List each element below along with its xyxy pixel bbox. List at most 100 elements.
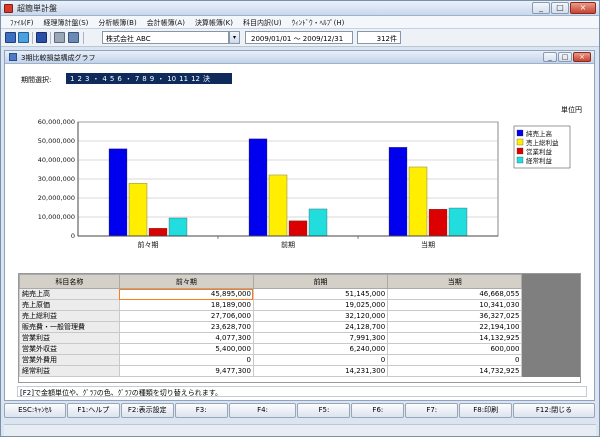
amount-cell[interactable]: 24,128,700: [252, 321, 389, 333]
grid-filler: [521, 310, 580, 322]
menu-accounting-books[interactable]: 会計帳簿(A): [142, 16, 190, 28]
menu-file[interactable]: ﾌｧｲﾙ(F): [5, 16, 39, 28]
y-tick-label: 20,000,000: [38, 194, 75, 202]
amount-cell[interactable]: 600,000: [387, 343, 523, 355]
grid-filler: [521, 299, 580, 311]
minimize-button[interactable]: _: [532, 2, 550, 14]
period-month-item[interactable]: 12: [191, 75, 200, 83]
amount-cell[interactable]: 14,132,925: [387, 332, 523, 344]
maximize-button[interactable]: □: [551, 2, 569, 14]
child-close-button[interactable]: ×: [573, 52, 591, 62]
period-month-item[interactable]: ・: [92, 74, 99, 84]
child-maximize-button[interactable]: □: [558, 52, 572, 62]
amount-cell[interactable]: 27,706,000: [118, 310, 254, 322]
period-month-item[interactable]: 1: [70, 75, 74, 83]
amount-cell[interactable]: 32,120,000: [252, 310, 389, 322]
toolbar-separator: [32, 32, 33, 44]
menu-accounting-board[interactable]: 経理簿計盤(S): [39, 16, 94, 28]
tools-icon[interactable]: [54, 32, 65, 43]
amount-cell[interactable]: 7,991,300: [252, 332, 389, 344]
bar[interactable]: [268, 174, 288, 237]
amount-cell[interactable]: 4,077,300: [118, 332, 254, 344]
window-controls: _ □ ×: [532, 2, 596, 14]
amount-cell[interactable]: 5,400,000: [118, 343, 254, 355]
hint-text: [F2]で金額単位や、ｸﾞﾗﾌの色、ｸﾞﾗﾌの種類を切り替えられます。: [17, 386, 587, 397]
amount-cell[interactable]: 51,145,000: [252, 288, 389, 300]
amount-cell[interactable]: 14,231,300: [252, 365, 389, 377]
amount-cell[interactable]: 0: [118, 354, 254, 366]
f4-button[interactable]: F4:: [228, 403, 297, 418]
period-month-item[interactable]: ・: [157, 74, 164, 84]
f1-help-button[interactable]: F1:ヘルプ: [66, 403, 120, 418]
close-button[interactable]: ×: [570, 2, 596, 14]
bar[interactable]: [128, 183, 148, 237]
period-month-item[interactable]: 2: [77, 75, 81, 83]
toolbar-separator: [83, 32, 84, 44]
bar[interactable]: [408, 166, 428, 237]
period-month-item[interactable]: 3: [85, 75, 89, 83]
search-icon[interactable]: [68, 32, 79, 43]
app-icon: [4, 4, 13, 13]
bar[interactable]: [288, 220, 308, 237]
menu-window-help[interactable]: ｳｨﾝﾄﾞｳ・ﾍﾙﾌﾟ(H): [287, 16, 350, 28]
period-month-item[interactable]: 8: [142, 75, 146, 83]
bar[interactable]: [108, 148, 128, 237]
f7-button[interactable]: F7:: [405, 403, 459, 418]
child-window-controls: _ □ ×: [543, 52, 591, 62]
f3-button[interactable]: F3:: [174, 403, 228, 418]
company-select[interactable]: 株式会社 ABC: [102, 31, 229, 44]
period-month-item[interactable]: ・: [125, 74, 132, 84]
bar[interactable]: [448, 207, 468, 237]
graph-window-icon: [9, 53, 17, 61]
child-title-bar: 3期比較損益構成グラフ _ □ ×: [5, 51, 594, 64]
period-month-item[interactable]: 決: [203, 74, 210, 84]
amount-cell[interactable]: 6,240,000: [252, 343, 389, 355]
amount-cell[interactable]: 9,477,300: [118, 365, 254, 377]
window-title: 超簡単計盤: [17, 4, 57, 13]
period-selector[interactable]: 1 2 3 ・ 4 5 6 ・ 7 8 9 ・ 10 11 12 決: [66, 73, 232, 84]
period-month-item[interactable]: 6: [117, 75, 121, 83]
bar[interactable]: [148, 228, 168, 237]
amount-cell[interactable]: 23,628,700: [118, 321, 254, 333]
mail-icon[interactable]: [36, 32, 47, 43]
f8-print-button[interactable]: F8:印刷: [459, 403, 513, 418]
menu-closing-books[interactable]: 決算帳簿(K): [190, 16, 238, 28]
y-tick-label: 50,000,000: [38, 137, 75, 145]
amount-cell[interactable]: 22,194,100: [387, 321, 523, 333]
f2-display-settings-button[interactable]: F2:表示設定: [120, 403, 174, 418]
grid-filler: [521, 365, 580, 377]
bar[interactable]: [428, 208, 448, 237]
open-icon[interactable]: [18, 32, 29, 43]
amount-cell[interactable]: 19,025,000: [252, 299, 389, 311]
table-row: 販売費・一般管理費 23,628,700 24,128,700 22,194,100: [19, 321, 580, 333]
fiscal-period-display: 2009/01/01 〜 2009/12/31: [245, 31, 353, 44]
period-month-item[interactable]: 11: [179, 75, 188, 83]
menu-analysis-books[interactable]: 分析帳簿(B): [93, 16, 141, 28]
period-month-item[interactable]: 5: [110, 75, 114, 83]
row-account-name: 売上総利益: [19, 310, 120, 322]
f6-button[interactable]: F6:: [351, 403, 405, 418]
child-minimize-button[interactable]: _: [543, 52, 557, 62]
amount-cell[interactable]: 0: [387, 354, 523, 366]
bar[interactable]: [168, 217, 188, 237]
bar[interactable]: [248, 138, 268, 237]
chevron-down-icon[interactable]: ▾: [229, 31, 240, 44]
amount-cell[interactable]: 0: [252, 354, 389, 366]
save-icon[interactable]: [5, 32, 16, 43]
period-month-item[interactable]: 4: [102, 75, 106, 83]
menu-account-breakdown[interactable]: 科目内訳(U): [238, 16, 287, 28]
amount-cell[interactable]: 10,341,030: [387, 299, 523, 311]
period-month-item[interactable]: 9: [150, 75, 154, 83]
bar[interactable]: [308, 208, 328, 237]
period-month-item[interactable]: 7: [135, 75, 139, 83]
f5-button[interactable]: F5:: [297, 403, 351, 418]
amount-cell[interactable]: 45,895,000: [118, 288, 254, 300]
amount-cell[interactable]: 36,327,025: [387, 310, 523, 322]
f12-close-button[interactable]: F12:閉じる: [513, 403, 595, 418]
amount-cell[interactable]: 18,189,000: [118, 299, 254, 311]
amount-cell[interactable]: 46,668,055: [387, 288, 523, 300]
amount-cell[interactable]: 14,732,925: [387, 365, 523, 377]
period-month-item[interactable]: 10: [167, 75, 176, 83]
bar[interactable]: [388, 147, 408, 237]
esc-cancel-button[interactable]: ESC:ｷｬﾝｾﾙ: [4, 403, 66, 418]
